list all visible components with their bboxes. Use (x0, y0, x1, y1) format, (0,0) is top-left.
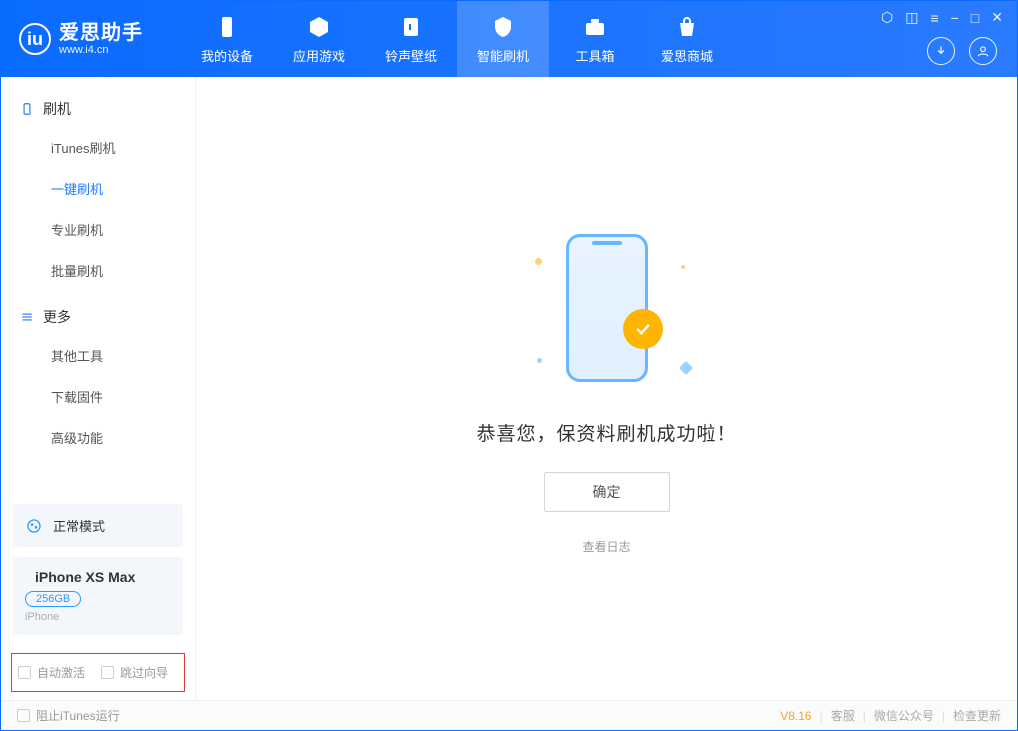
tab-my-device[interactable]: 我的设备 (181, 1, 273, 77)
mode-card[interactable]: 正常模式 (13, 504, 183, 547)
lock-icon[interactable]: ◫ (905, 9, 918, 26)
bottom-options-highlight: 自动激活 跳过向导 (11, 653, 185, 692)
version-label: V8.16 (780, 709, 811, 723)
brand: iu 爱思助手 www.i4.cn (1, 1, 181, 77)
brand-name: 爱思助手 (59, 22, 143, 44)
tab-label: 铃声壁纸 (385, 46, 437, 65)
link-wechat[interactable]: 微信公众号 (874, 707, 934, 724)
tab-toolbox[interactable]: 工具箱 (549, 1, 641, 77)
sidebar-item-pro-flash[interactable]: 专业刷机 (1, 209, 195, 250)
bag-icon (674, 14, 700, 40)
view-log-link[interactable]: 查看日志 (582, 538, 630, 555)
toolbox-icon (582, 14, 608, 40)
window-controls: ⬡ ◫ ≡ − □ ✕ (881, 9, 1003, 26)
device-icon (214, 14, 240, 40)
storage-badge: 256GB (25, 591, 81, 607)
sidebar-item-itunes-flash[interactable]: iTunes刷机 (1, 127, 195, 168)
group-title: 刷机 (43, 99, 71, 119)
success-message: 恭喜您，保资料刷机成功啦！ (476, 419, 736, 446)
close-button[interactable]: ✕ (991, 9, 1003, 26)
menu-icon[interactable]: ≡ (930, 10, 938, 26)
main-content: 恭喜您，保资料刷机成功啦！ 确定 查看日志 (196, 77, 1017, 700)
device-card[interactable]: iPhone XS Max 256GB iPhone (13, 557, 183, 635)
checkbox-label: 阻止iTunes运行 (36, 707, 120, 724)
mode-icon (25, 517, 43, 535)
tab-label: 智能刷机 (477, 46, 529, 65)
titlebar: iu 爱思助手 www.i4.cn 我的设备 应用游戏 铃声壁纸 智能刷机 工具… (1, 1, 1017, 77)
music-icon (398, 14, 424, 40)
check-icon (623, 309, 663, 349)
tab-ringtones-wallpapers[interactable]: 铃声壁纸 (365, 1, 457, 77)
checkbox-icon (17, 709, 30, 722)
tab-label: 工具箱 (575, 46, 614, 65)
sidebar-item-advanced[interactable]: 高级功能 (1, 417, 195, 458)
device-name: iPhone XS Max (35, 569, 135, 585)
ok-button[interactable]: 确定 (544, 472, 670, 512)
link-support[interactable]: 客服 (831, 707, 855, 724)
device-type: iPhone (25, 611, 171, 623)
sidebar-item-other-tools[interactable]: 其他工具 (1, 335, 195, 376)
download-button[interactable] (927, 37, 955, 65)
brand-logo-icon: iu (19, 23, 51, 55)
link-check-update[interactable]: 检查更新 (953, 707, 1001, 724)
sidebar-group-more: 更多 (1, 299, 195, 335)
phone-icon (19, 101, 35, 117)
maximize-button[interactable]: □ (971, 10, 979, 26)
tab-label: 爱思商城 (661, 46, 713, 65)
sidebar-group-flash: 刷机 (1, 91, 195, 127)
group-title: 更多 (43, 307, 71, 327)
sidebar-item-oneclick-flash[interactable]: 一键刷机 (1, 168, 195, 209)
success-illustration (507, 223, 707, 393)
shield-icon (490, 14, 516, 40)
checkbox-label: 自动激活 (37, 664, 85, 681)
checkbox-stop-itunes[interactable]: 阻止iTunes运行 (17, 707, 120, 724)
cube-icon (306, 14, 332, 40)
checkbox-icon (18, 666, 31, 679)
account-button[interactable] (969, 37, 997, 65)
statusbar: 阻止iTunes运行 V8.16 | 客服 | 微信公众号 | 检查更新 (1, 700, 1017, 730)
minimize-button[interactable]: − (951, 10, 959, 26)
tab-apps-games[interactable]: 应用游戏 (273, 1, 365, 77)
checkbox-label: 跳过向导 (120, 664, 168, 681)
tab-label: 应用游戏 (293, 46, 345, 65)
sidebar: 刷机 iTunes刷机 一键刷机 专业刷机 批量刷机 更多 其他工具 下载固件 … (1, 77, 196, 700)
sidebar-item-download-firmware[interactable]: 下载固件 (1, 376, 195, 417)
tshirt-icon[interactable]: ⬡ (881, 9, 893, 26)
nav-tabs: 我的设备 应用游戏 铃声壁纸 智能刷机 工具箱 爱思商城 (181, 1, 733, 77)
brand-url: www.i4.cn (59, 44, 143, 56)
list-icon (19, 309, 35, 325)
checkbox-skip-guide[interactable]: 跳过向导 (101, 664, 168, 681)
tab-store[interactable]: 爱思商城 (641, 1, 733, 77)
checkbox-auto-activate[interactable]: 自动激活 (18, 664, 85, 681)
tab-label: 我的设备 (201, 46, 253, 65)
checkbox-icon (101, 666, 114, 679)
phone-icon (566, 234, 648, 382)
tab-smart-flash[interactable]: 智能刷机 (457, 1, 549, 77)
mode-label: 正常模式 (53, 516, 105, 535)
sidebar-item-batch-flash[interactable]: 批量刷机 (1, 250, 195, 291)
